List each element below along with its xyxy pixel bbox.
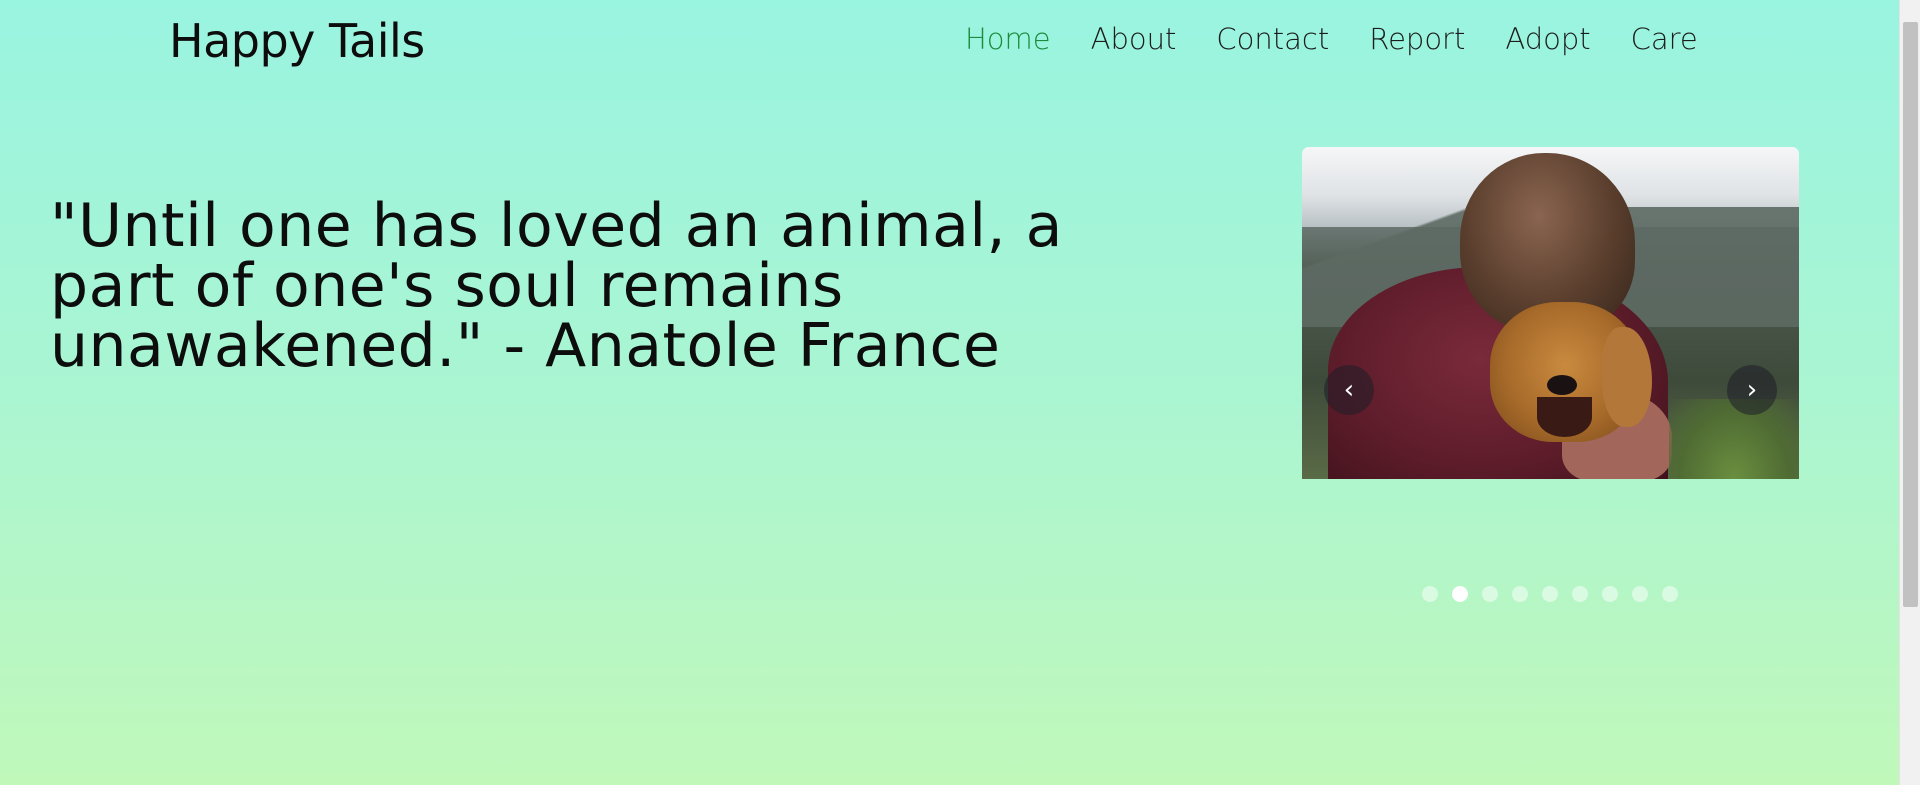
nav-item-care[interactable]: Care xyxy=(1631,22,1698,56)
carousel-indicator-dot[interactable] xyxy=(1572,586,1588,602)
carousel-indicator-dot[interactable] xyxy=(1482,586,1498,602)
nav-item-report[interactable]: Report xyxy=(1369,22,1465,56)
scrollbar-thumb[interactable] xyxy=(1903,22,1918,607)
nav-item-home[interactable]: Home xyxy=(965,22,1051,56)
main-nav: Home About Contact Report Adopt Care xyxy=(965,22,1738,56)
nav-item-adopt[interactable]: Adopt xyxy=(1505,22,1590,56)
carousel-indicator-dot[interactable] xyxy=(1632,586,1648,602)
carousel-photo-grass xyxy=(1669,399,1799,479)
vertical-scrollbar[interactable] xyxy=(1899,0,1920,785)
carousel-indicator-dot[interactable] xyxy=(1602,586,1618,602)
carousel-prev-button[interactable]: ‹ xyxy=(1324,365,1374,415)
chevron-left-icon: ‹ xyxy=(1343,375,1355,405)
chevron-right-icon: › xyxy=(1746,375,1758,405)
carousel-next-button[interactable]: › xyxy=(1727,365,1777,415)
image-carousel: ‹ › xyxy=(1302,147,1799,479)
carousel-indicator-dot[interactable] xyxy=(1542,586,1558,602)
carousel-photo-dog-mouth xyxy=(1537,397,1592,437)
brand-logo[interactable]: Happy Tails xyxy=(169,14,425,68)
hero-quote: "Until one has loved an animal, a part o… xyxy=(50,191,1063,381)
carousel-indicator-dot[interactable] xyxy=(1452,586,1468,602)
carousel-indicator-dot[interactable] xyxy=(1512,586,1528,602)
carousel-indicators xyxy=(1422,586,1678,602)
nav-item-contact[interactable]: Contact xyxy=(1216,22,1329,56)
page: Happy Tails Home About Contact Report Ad… xyxy=(0,0,1899,785)
carousel-photo-dog-nose xyxy=(1547,375,1577,395)
carousel-indicator-dot[interactable] xyxy=(1662,586,1678,602)
carousel-indicator-dot[interactable] xyxy=(1422,586,1438,602)
nav-item-about[interactable]: About xyxy=(1091,22,1177,56)
